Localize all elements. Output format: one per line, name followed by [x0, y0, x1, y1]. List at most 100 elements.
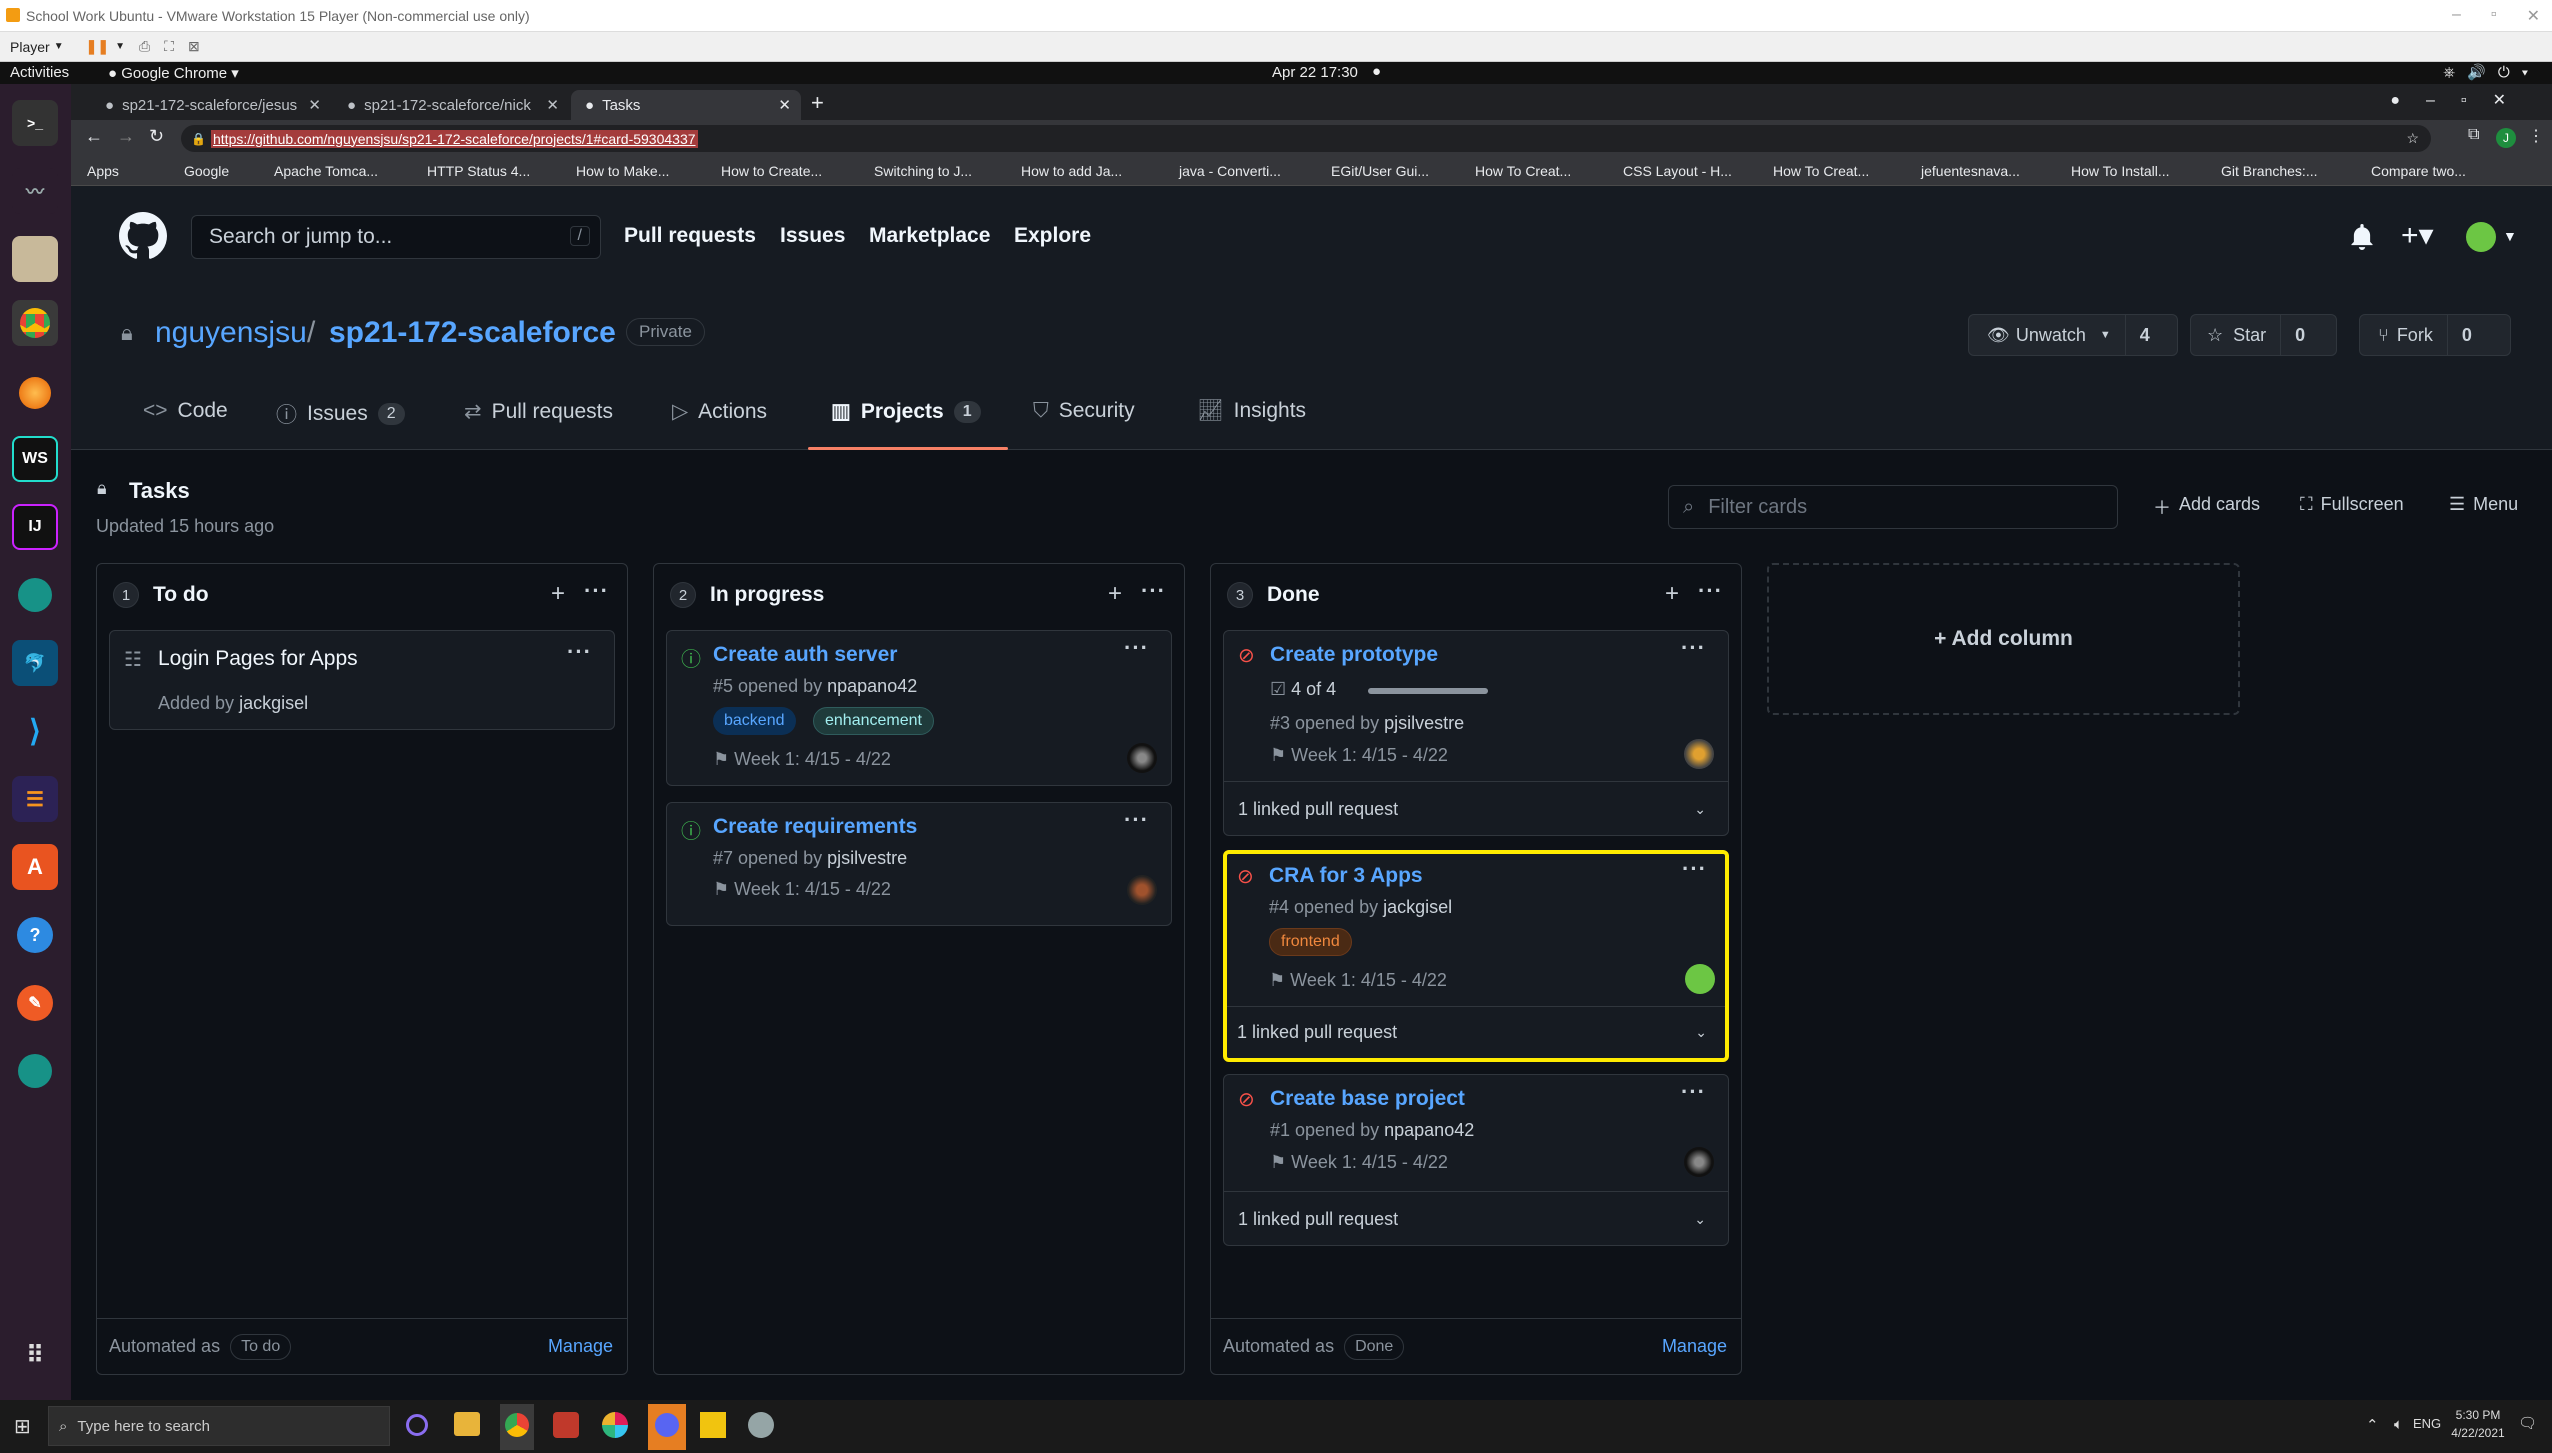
chrome-icon[interactable]: [12, 300, 58, 346]
watch-count[interactable]: 4: [2124, 315, 2164, 355]
issue-author[interactable]: npapano42: [827, 676, 917, 696]
window-controls[interactable]: ●–▫✕: [2390, 90, 2532, 110]
bookmark-item[interactable]: jefuentesnava...: [1921, 163, 2020, 179]
linked-pull-requests[interactable]: 1 linked pull request ⌄: [1224, 781, 1728, 836]
files-icon[interactable]: [12, 236, 58, 282]
assignee-avatar[interactable]: [1685, 964, 1715, 994]
app-taskbar-icon[interactable]: [553, 1412, 579, 1438]
firefox-icon[interactable]: [12, 370, 58, 416]
extensions-icon[interactable]: ⧉: [2468, 126, 2479, 144]
browser-tab[interactable]: ● sp21-172-scaleforce/nick ✕: [333, 90, 569, 120]
bookmark-item[interactable]: CSS Layout - H...: [1623, 163, 1732, 179]
chrome-app-menu[interactable]: ● Google Chrome ▾: [108, 64, 239, 82]
bookmark-item[interactable]: How To Install...: [2071, 163, 2170, 179]
forward-icon[interactable]: →: [117, 126, 135, 147]
notifications-bell-icon[interactable]: [2349, 224, 2375, 250]
mysql-workbench-icon[interactable]: 🐬: [12, 640, 58, 686]
issue-author[interactable]: jackgisel: [1383, 897, 1452, 917]
profile-avatar[interactable]: J: [2496, 128, 2516, 148]
add-card-plus-icon[interactable]: +: [1108, 580, 1122, 608]
fork-button[interactable]: ⑂ Fork 0: [2359, 314, 2511, 356]
star-button[interactable]: ☆ Star 0: [2190, 314, 2337, 356]
issue-card[interactable]: ⊘ Create base project ··· #1 opened by n…: [1223, 1074, 1729, 1246]
new-tab-icon[interactable]: +: [811, 90, 824, 116]
action-center-icon[interactable]: 🗨︎: [2518, 1414, 2537, 1432]
card-more-icon[interactable]: ···: [1682, 856, 1707, 882]
intellij-icon[interactable]: IJ: [12, 504, 58, 550]
chevron-down-icon[interactable]: ▼: [2503, 228, 2517, 244]
bookmark-item[interactable]: Google: [184, 163, 229, 179]
system-tray-icons[interactable]: ⎈🔊⏻▾: [2443, 63, 2540, 81]
app-taskbar-icon[interactable]: [748, 1412, 774, 1438]
bookmark-item[interactable]: How to Make...: [576, 163, 669, 179]
issue-title-link[interactable]: CRA for 3 Apps: [1269, 864, 1423, 888]
pause-icon[interactable]: ❚❚: [86, 38, 109, 55]
gitkraken-icon[interactable]: [12, 572, 58, 618]
software-center-icon[interactable]: A: [12, 844, 58, 890]
issue-card-highlighted[interactable]: ⊘ CRA for 3 Apps ··· #4 opened by jackgi…: [1223, 850, 1729, 1062]
gitkraken-2-icon[interactable]: [12, 1048, 58, 1094]
issue-title-link[interactable]: Create prototype: [1270, 643, 1438, 667]
milestone[interactable]: ⚑︎ Week 1: 4/15 - 4/22: [1270, 1152, 1448, 1173]
maximize-icon[interactable]: ▫: [2491, 6, 2497, 26]
issue-title-link[interactable]: Create requirements: [713, 815, 917, 839]
milestone[interactable]: ⚑︎ Week 1: 4/15 - 4/22: [1270, 745, 1448, 766]
assignee-avatar[interactable]: [1684, 1147, 1714, 1177]
unity-icon[interactable]: ⊠: [188, 38, 200, 55]
tab-actions[interactable]: ▷ Actions: [672, 399, 767, 424]
menu-button[interactable]: ☰ Menu: [2449, 494, 2518, 515]
file-explorer-icon[interactable]: [454, 1412, 480, 1436]
bookmark-item[interactable]: Compare two...: [2371, 163, 2466, 179]
browser-tab-active[interactable]: ● Tasks ✕: [571, 90, 801, 120]
chevron-down-icon[interactable]: ▼: [54, 41, 64, 52]
tab-code[interactable]: <> Code: [143, 399, 228, 423]
help-icon[interactable]: ?: [12, 912, 58, 958]
add-card-plus-icon[interactable]: +: [1665, 580, 1679, 608]
chevron-down-icon[interactable]: ⌄: [1694, 801, 1706, 818]
bookmark-item[interactable]: How to Create...: [721, 163, 822, 179]
discord-icon[interactable]: [655, 1413, 679, 1437]
vscode-icon[interactable]: ⟩: [12, 708, 58, 754]
cortana-icon[interactable]: [406, 1414, 428, 1436]
slack-icon[interactable]: [602, 1412, 628, 1438]
column-more-icon[interactable]: ···: [1698, 578, 1723, 604]
manage-automation-link[interactable]: Manage: [1662, 1336, 1727, 1357]
chrome-taskbar-icon[interactable]: [505, 1413, 529, 1437]
nav-pull-requests[interactable]: Pull requests: [624, 224, 756, 248]
issue-author[interactable]: pjsilvestre: [1384, 713, 1464, 733]
app-taskbar-icon[interactable]: [700, 1412, 726, 1438]
label-enhancement[interactable]: enhancement: [813, 707, 934, 735]
assignee-avatar[interactable]: [1127, 875, 1157, 905]
add-card-plus-icon[interactable]: +: [551, 580, 565, 608]
column-more-icon[interactable]: ···: [584, 578, 609, 604]
issue-card[interactable]: ⊘ Create prototype ··· ☑︎ 4 of 4 #3 open…: [1223, 630, 1729, 836]
bookmark-item[interactable]: How to add Ja...: [1021, 163, 1122, 179]
bookmark-item[interactable]: Apache Tomca...: [274, 163, 378, 179]
bookmark-item[interactable]: HTTP Status 4...: [427, 163, 530, 179]
fullscreen-button[interactable]: ⛶ Fullscreen: [2300, 494, 2404, 515]
milestone[interactable]: ⚑︎ Week 1: 4/15 - 4/22: [713, 749, 891, 770]
assignee-avatar[interactable]: [1684, 739, 1714, 769]
linked-pull-requests[interactable]: 1 linked pull request ⌄: [1224, 1191, 1728, 1246]
chevron-down-icon[interactable]: ▼: [115, 41, 125, 52]
bookmark-item[interactable]: How To Creat...: [1475, 163, 1571, 179]
issue-card[interactable]: ⓘ Create requirements ··· #7 opened by p…: [666, 802, 1172, 926]
user-avatar[interactable]: [2466, 222, 2496, 252]
card-more-icon[interactable]: ···: [567, 639, 592, 665]
bookmark-item[interactable]: Apps: [87, 163, 119, 179]
repo-name-link[interactable]: sp21-172-scaleforce: [329, 316, 616, 350]
nav-issues[interactable]: Issues: [780, 224, 845, 248]
tab-security[interactable]: ⛉ Security: [1033, 399, 1135, 423]
note-card[interactable]: ☷ Login Pages for Apps ··· Added by jack…: [109, 630, 615, 730]
label-backend[interactable]: backend: [713, 707, 796, 735]
close-icon[interactable]: ✕: [2527, 6, 2540, 26]
nav-explore[interactable]: Explore: [1014, 224, 1091, 248]
tab-pull-requests[interactable]: ⇄ Pull requests: [464, 399, 613, 424]
terminal-icon[interactable]: >_: [12, 100, 58, 146]
card-more-icon[interactable]: ···: [1681, 1079, 1706, 1105]
card-more-icon[interactable]: ···: [1124, 635, 1149, 661]
assignee-avatar[interactable]: [1127, 743, 1157, 773]
taskbar-search-input[interactable]: ⌕ Type here to search: [48, 1406, 390, 1446]
tab-issues[interactable]: ⓘ Issues 2: [276, 399, 405, 429]
issue-title-link[interactable]: Create base project: [1270, 1087, 1465, 1111]
